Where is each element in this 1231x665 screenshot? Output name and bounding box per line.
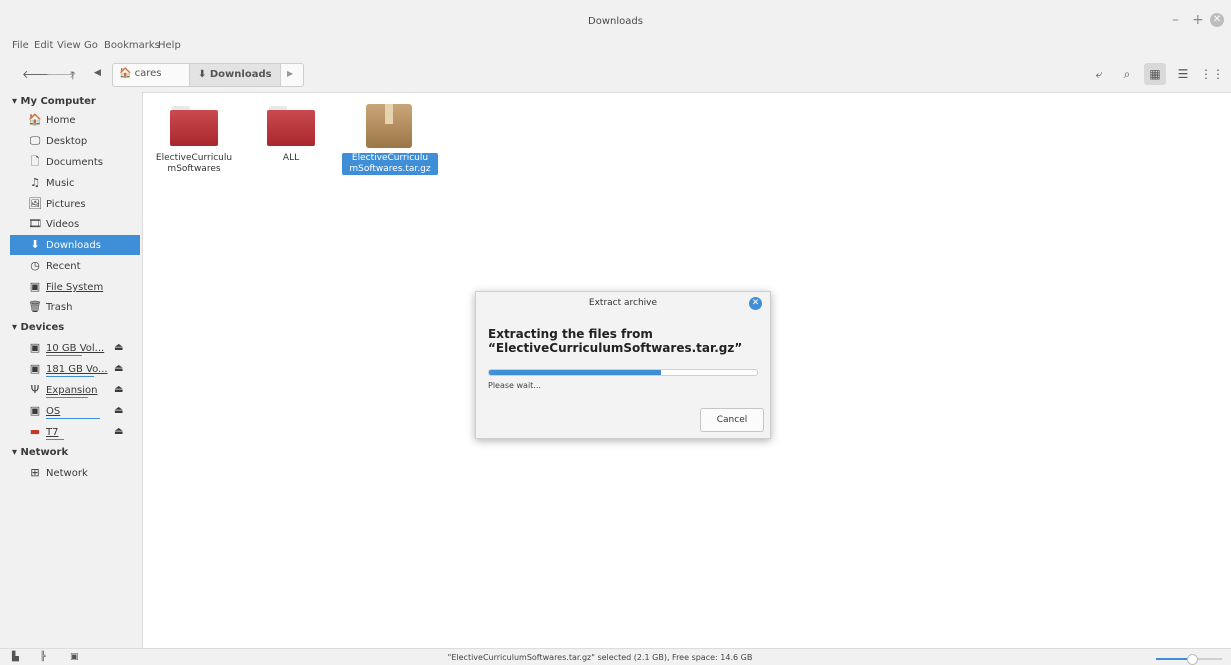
sidebar-item-downloads[interactable]: ⬇ Downloads <box>10 235 140 255</box>
list-view-icon[interactable]: ☰ <box>1172 63 1194 85</box>
eject-icon[interactable]: ⏏ <box>114 338 123 358</box>
usage-bar <box>46 397 88 398</box>
sidebar-item-file-system[interactable]: ▣ File System <box>10 277 140 297</box>
up-icon[interactable]: 🡑 <box>70 67 76 86</box>
trash-icon: 🗑 <box>28 300 42 313</box>
pictures-icon: 🖼 <box>28 197 42 210</box>
sidebar-device[interactable]: ▬ T7 ⏏ <box>10 422 140 442</box>
external-drive-icon: ▬ <box>29 425 41 438</box>
cancel-button[interactable]: Cancel <box>700 408 764 432</box>
music-icon: ♫ <box>30 176 40 189</box>
home-icon: 🏠 <box>28 113 42 126</box>
zoom-slider[interactable] <box>1156 654 1222 665</box>
extract-archive-dialog: Extract archive ✕ Extracting the files f… <box>475 291 771 439</box>
dialog-title: Extract archive <box>588 298 658 308</box>
sidebar-item-recent[interactable]: ◷ Recent <box>10 256 140 276</box>
archive-icon[interactable] <box>366 104 412 148</box>
menu-edit[interactable]: Edit <box>34 40 53 51</box>
close-icon[interactable]: ✕ <box>1210 13 1224 27</box>
window-title: Downloads <box>588 16 643 27</box>
eject-icon[interactable]: ⏏ <box>114 359 123 379</box>
show-tree-icon[interactable]: ╠ <box>40 652 45 662</box>
sidebar-item-music[interactable]: ♫ Music <box>10 173 140 193</box>
breadcrumb: 🏠 cares ⬇ Downloads ▶ <box>112 63 304 87</box>
menu-view[interactable]: View <box>57 40 81 51</box>
sidebar-item-documents[interactable]: 🗋 Documents <box>10 152 140 172</box>
network-icon: ⊞ <box>30 466 40 479</box>
sidebar-heading-my-computer[interactable]: ▾ My Computer <box>12 96 96 107</box>
sidebar-device[interactable]: ▣ 181 GB Vo... ⏏ <box>10 359 140 379</box>
sidebar-item-home[interactable]: 🏠 Home <box>10 110 140 130</box>
eject-icon[interactable]: ⏏ <box>114 380 123 400</box>
usage-bar <box>46 355 82 356</box>
sidebar-device[interactable]: ▣ OS ⏏ <box>10 401 140 421</box>
menu-bookmarks[interactable]: Bookmarks <box>104 40 160 51</box>
icon-view-icon[interactable]: ▦ <box>1144 63 1166 85</box>
clock-icon: ◷ <box>30 259 40 272</box>
drive-icon: ▣ <box>29 362 41 375</box>
compact-view-icon[interactable]: ⋮⋮ <box>1200 63 1224 85</box>
menu-help[interactable]: Help <box>158 40 181 51</box>
menu-file[interactable]: File <box>12 40 29 51</box>
usb-icon: Ψ <box>30 383 40 396</box>
crumb-home[interactable]: 🏠 cares <box>119 68 162 79</box>
title-bar: Downloads – + ✕ <box>0 0 1231 34</box>
minimize-icon[interactable]: – <box>1172 13 1179 27</box>
folder-icon[interactable] <box>267 106 315 146</box>
sidebar-device[interactable]: ▣ 10 GB Vol... ⏏ <box>10 338 140 358</box>
sidebar-heading-devices[interactable]: ▾ Devices <box>12 322 64 333</box>
file-name[interactable]: ALL <box>243 153 339 164</box>
eject-icon[interactable]: ⏏ <box>114 422 123 442</box>
usage-bar <box>46 439 64 440</box>
status-text: "ElectiveCurriculumSoftwares.tar.gz" sel… <box>447 653 753 662</box>
video-icon: 🎞 <box>28 217 42 230</box>
usage-bar <box>46 376 94 377</box>
menu-bar: File Edit View Go Bookmarks Help <box>0 34 1231 56</box>
crumb-left-icon[interactable]: ◀ <box>94 68 101 78</box>
show-places-icon[interactable]: ▙ <box>12 652 19 662</box>
sidebar-item-network[interactable]: ⊞ Network <box>10 463 140 483</box>
toggle-location-icon[interactable]: ⤶ <box>1088 63 1110 85</box>
desktop-icon: 🖵 <box>29 134 41 147</box>
drive-icon: ▣ <box>29 404 41 417</box>
eject-icon[interactable]: ⏏ <box>114 401 123 421</box>
hide-sidebar-icon[interactable]: ▣ <box>70 652 79 662</box>
file-name[interactable]: ElectiveCurriculu mSoftwares <box>146 153 242 175</box>
sidebar-heading-network[interactable]: ▾ Network <box>12 447 68 458</box>
document-icon: 🗋 <box>30 155 40 168</box>
extract-progress-bar <box>488 369 758 376</box>
download-icon: ⬇ <box>30 238 40 251</box>
sidebar-device[interactable]: Ψ Expansion ⏏ <box>10 380 140 400</box>
search-icon[interactable]: ⌕ <box>1116 63 1138 85</box>
dialog-close-icon[interactable]: ✕ <box>749 297 762 310</box>
crumb-downloads[interactable]: ⬇ Downloads <box>189 64 281 86</box>
home-icon: 🏠 <box>119 68 132 79</box>
file-name-selected[interactable]: ElectiveCurriculu mSoftwares.tar.gz <box>342 153 438 175</box>
zoom-knob[interactable] <box>1187 654 1199 665</box>
dialog-status: Please wait... <box>488 381 541 390</box>
download-icon: ⬇ <box>198 69 207 80</box>
maximize-icon[interactable]: + <box>1192 13 1204 27</box>
sidebar: ▾ My Computer 🏠 Home 🖵 Desktop 🗋 Documents … <box>0 92 143 648</box>
menu-go[interactable]: Go <box>84 40 98 51</box>
folder-icon[interactable] <box>170 106 218 146</box>
toolbar: 🡐 🡒 🡑 ◀ 🏠 cares ⬇ Downloads ▶ ⤶ ⌕ ▦ ☰ ⋮⋮ <box>0 56 1231 93</box>
sidebar-item-pictures[interactable]: 🖼 Pictures <box>10 194 140 214</box>
progress-fill <box>489 370 661 375</box>
sidebar-item-videos[interactable]: 🎞 Videos <box>10 214 140 234</box>
sidebar-item-trash[interactable]: 🗑 Trash <box>10 297 140 317</box>
status-bar: ▙ ╠ ▣ "ElectiveCurriculumSoftwares.tar.g… <box>0 648 1231 665</box>
crumb-right-icon[interactable]: ▶ <box>287 69 293 78</box>
dialog-heading: Extracting the files from “ElectiveCurri… <box>488 327 743 355</box>
drive-icon: ▣ <box>29 280 41 293</box>
sidebar-item-desktop[interactable]: 🖵 Desktop <box>10 131 140 151</box>
drive-icon: ▣ <box>29 341 41 354</box>
usage-bar <box>46 418 100 419</box>
